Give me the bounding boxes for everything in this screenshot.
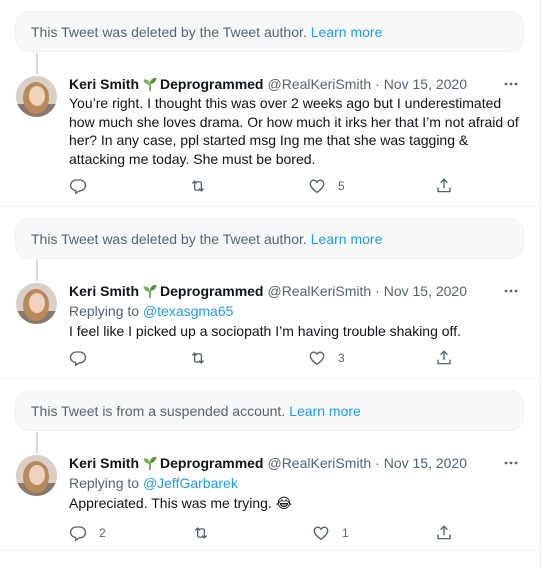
display-name-suffix: Deprogrammed — [160, 283, 264, 299]
retweet-button[interactable] — [189, 348, 219, 368]
reply-icon — [69, 526, 87, 542]
reply-count: 2 — [99, 526, 106, 540]
share-button[interactable] — [435, 523, 453, 543]
replying-to-prefix: Replying to — [69, 475, 140, 491]
timeline: This Tweet was deleted by the Tweet auth… — [0, 0, 541, 568]
tweet-header: Keri Smith Deprogrammed @RealKeriSmith ·… — [69, 74, 527, 94]
retweet-button[interactable] — [192, 523, 222, 543]
retweet-icon — [191, 352, 205, 364]
like-button[interactable]: 5 — [308, 176, 345, 196]
tweet-actions: 3 — [69, 348, 469, 368]
share-button[interactable] — [435, 176, 453, 196]
user-handle[interactable]: @RealKeriSmith — [267, 281, 371, 301]
notice-text: This Tweet was deleted by the Tweet auth… — [31, 24, 307, 40]
learn-more-link[interactable]: Learn more — [311, 231, 383, 247]
display-name[interactable]: Keri Smith — [69, 74, 139, 94]
heart-icon — [309, 179, 325, 194]
heart-icon — [313, 526, 329, 541]
like-button[interactable]: 3 — [308, 348, 345, 368]
more-icon[interactable] — [503, 74, 519, 94]
reply-button[interactable] — [69, 348, 99, 368]
display-name-suffix: Deprogrammed — [160, 76, 264, 92]
avatar[interactable] — [16, 283, 57, 324]
sprout-emoji-icon — [143, 77, 157, 91]
replying-to: Replying to @texasgma65 — [69, 301, 527, 321]
notice-text: This Tweet is from a suspended account. — [31, 403, 286, 419]
tweet-date[interactable]: · Nov 15, 2020 — [375, 74, 467, 94]
replying-to: Replying to @JeffGarbarek — [69, 473, 527, 493]
heart-icon — [309, 351, 325, 366]
display-name-suffix: Deprogrammed — [160, 455, 264, 471]
tweet-text: I feel like I picked up a sociopath I’m … — [69, 323, 461, 339]
replying-to-prefix: Replying to — [69, 303, 140, 319]
share-icon — [437, 350, 451, 365]
replying-to-handle-link[interactable]: @JeffGarbarek — [143, 475, 238, 491]
tweet-text: You’re right. I thought this was over 2 … — [69, 95, 519, 167]
learn-more-link[interactable]: Learn more — [289, 403, 361, 419]
like-count: 1 — [342, 526, 349, 540]
more-icon[interactable] — [503, 453, 519, 473]
tweet-date[interactable]: · Nov 15, 2020 — [375, 453, 467, 473]
like-count: 5 — [338, 179, 345, 193]
divider — [0, 378, 541, 379]
deleted-tweet-notice: This Tweet was deleted by the Tweet auth… — [15, 11, 524, 52]
user-handle[interactable]: @RealKeriSmith — [267, 453, 371, 473]
tweet-header: Keri Smith Deprogrammed @RealKeriSmith ·… — [69, 281, 527, 301]
reply-icon — [69, 351, 87, 367]
thread-line — [36, 432, 38, 453]
tweet-header: Keri Smith Deprogrammed @RealKeriSmith ·… — [69, 453, 527, 473]
retweet-icon — [194, 527, 208, 539]
sprout-emoji-icon — [143, 456, 157, 470]
tweet[interactable]: Keri Smith Deprogrammed @RealKeriSmith ·… — [0, 453, 541, 550]
like-button[interactable]: 1 — [312, 523, 349, 543]
notice-text: This Tweet was deleted by the Tweet auth… — [31, 231, 307, 247]
reply-button[interactable]: 2 — [69, 523, 106, 543]
more-icon[interactable] — [503, 281, 519, 301]
tweet[interactable]: Keri Smith Deprogrammed @RealKeriSmith ·… — [0, 281, 541, 378]
avatar[interactable] — [16, 455, 57, 496]
tweet-date[interactable]: · Nov 15, 2020 — [375, 281, 467, 301]
sprout-emoji-icon — [143, 284, 157, 298]
reply-button[interactable] — [69, 176, 99, 196]
tweet-actions: 5 — [69, 176, 469, 196]
reply-icon — [69, 179, 87, 195]
display-name[interactable]: Keri Smith — [69, 281, 139, 301]
deleted-tweet-notice: This Tweet was deleted by the Tweet auth… — [15, 218, 524, 259]
avatar[interactable] — [16, 76, 57, 117]
thread-line — [36, 53, 38, 74]
share-button[interactable] — [435, 348, 453, 368]
suspended-account-notice: This Tweet is from a suspended account. L… — [15, 390, 524, 431]
retweet-icon — [191, 180, 205, 192]
retweet-button[interactable] — [189, 176, 219, 196]
share-icon — [437, 178, 451, 193]
user-handle[interactable]: @RealKeriSmith — [267, 74, 371, 94]
share-icon — [437, 525, 451, 540]
tweet-actions: 2 1 — [69, 523, 469, 543]
display-name[interactable]: Keri Smith — [69, 453, 139, 473]
like-count: 3 — [338, 351, 345, 365]
replying-to-handle-link[interactable]: @texasgma65 — [143, 303, 233, 319]
thread-line — [36, 260, 38, 281]
learn-more-link[interactable]: Learn more — [311, 24, 383, 40]
divider — [0, 550, 541, 551]
tweet-text: Appreciated. This was me trying. 😂 — [69, 495, 293, 511]
divider — [0, 206, 541, 207]
tweet[interactable]: Keri Smith Deprogrammed @RealKeriSmith ·… — [0, 74, 541, 208]
